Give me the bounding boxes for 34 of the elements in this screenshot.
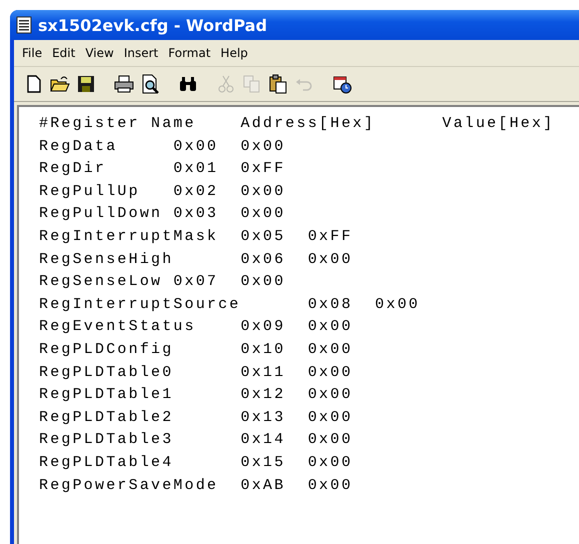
print-preview-icon — [140, 74, 160, 94]
text-line: RegPLDTable4 0x15 0x00 — [39, 452, 354, 473]
menu-item[interactable]: View — [81, 44, 118, 62]
menu-item[interactable]: Format — [164, 44, 215, 62]
text-line: RegPullUp 0x02 0x00 — [39, 182, 286, 202]
copy-icon — [242, 74, 262, 94]
text-line: RegInterruptSource 0x08 0x00 — [39, 294, 421, 315]
paste-icon — [268, 74, 288, 94]
scissors-icon — [216, 74, 236, 94]
text-line: RegSenseHigh 0x06 0x00 — [39, 250, 354, 270]
text-line: RegData 0x00 0x00 — [39, 136, 286, 157]
text-line: #Register Name Address[Hex] Value[Hex] — [39, 114, 556, 134]
text-line: RegEventStatus 0x09 0x00 — [39, 317, 354, 338]
text-line: RegDir 0x01 0xFF — [39, 159, 286, 180]
text-line: RegPLDTable3 0x14 0x00 — [39, 430, 354, 450]
window-title: sx1502evk.cfg - WordPad — [38, 16, 268, 34]
menu-item[interactable]: File — [18, 44, 46, 62]
text-line: RegPullDown 0x03 0x00 — [39, 204, 286, 224]
open-folder-icon — [50, 74, 70, 94]
menu-item[interactable]: Insert — [120, 44, 162, 62]
text-line: RegPLDTable2 0x13 0x00 — [39, 408, 354, 428]
calendar-clock-icon — [332, 74, 352, 94]
printer-icon — [114, 74, 134, 94]
text-line: RegInterruptMask 0x05 0xFF — [39, 226, 354, 247]
menu-item[interactable]: Edit — [48, 44, 80, 62]
binoculars-icon — [178, 74, 198, 94]
text-line: RegPowerSaveMode 0xAB 0x00 — [39, 476, 354, 496]
notepad-icon — [16, 16, 32, 34]
text-line: RegPLDConfig 0x10 0x00 — [39, 340, 354, 360]
text-line: RegSenseLow 0x07 0x00 — [39, 272, 286, 292]
document-area[interactable] — [17, 105, 579, 544]
text-line: RegPLDTable1 0x12 0x00 — [39, 385, 354, 406]
menu-item[interactable]: Help — [216, 44, 252, 62]
text-line: RegPLDTable0 0x11 0x00 — [39, 362, 354, 383]
